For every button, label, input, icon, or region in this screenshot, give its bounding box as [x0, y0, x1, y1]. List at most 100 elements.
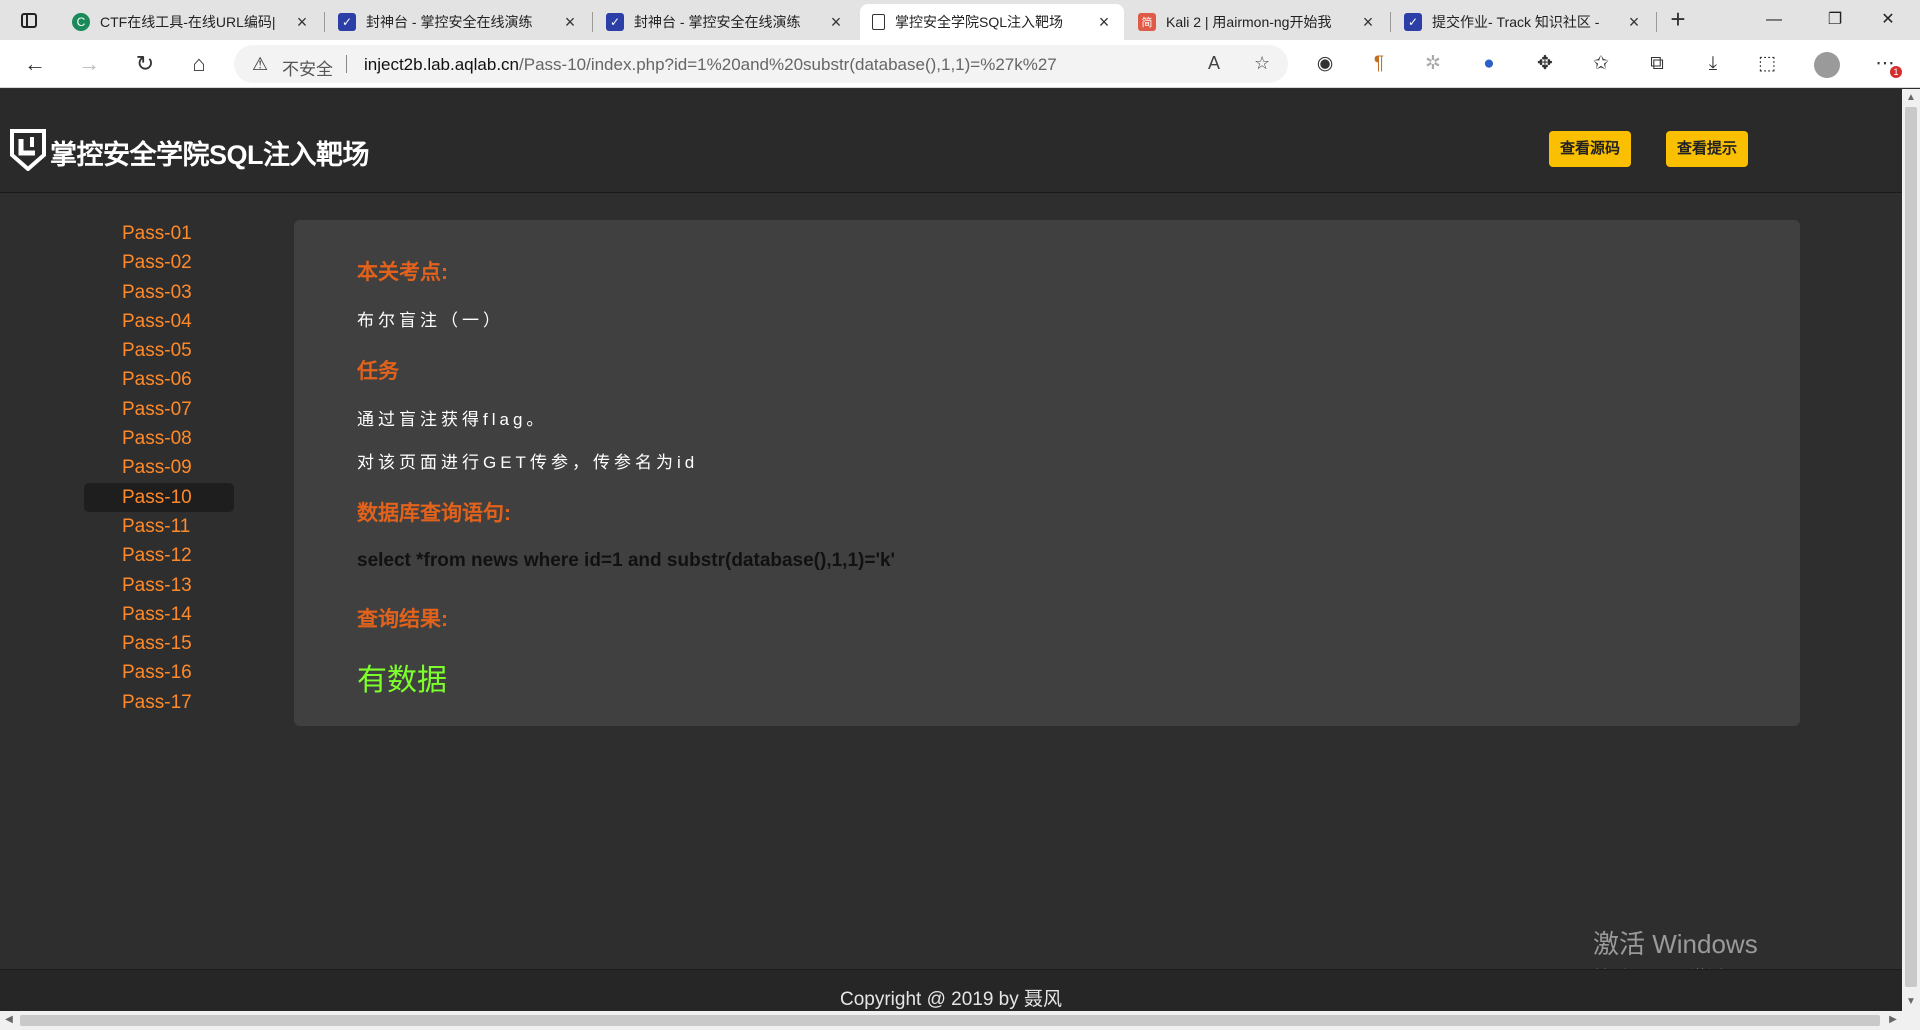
sidebar-item-pass-04[interactable]: Pass-04 [84, 307, 234, 336]
tab-kali-airmon[interactable]: 简 Kali 2 | 用airmon-ng开始我 × [1126, 4, 1388, 40]
vertical-scroll-thumb[interactable] [1905, 107, 1917, 987]
shield-favicon-icon: ✓ [606, 13, 624, 31]
sidebar-item-pass-08[interactable]: Pass-08 [84, 424, 234, 453]
address-toolbar: ← → ↻ ⌂ ⚠ 不安全 inject2b.lab.aqlab.cn/Pass… [0, 40, 1920, 88]
notification-badge: 1 [1890, 66, 1902, 78]
favorites-icon[interactable]: ✩ [1586, 50, 1616, 78]
refresh-icon[interactable]: ↻ [130, 50, 160, 78]
page-viewport: 掌控安全学院SQL注入靶场 查看源码 查看提示 Pass-01 Pass-02 Pa… [0, 89, 1902, 1011]
tab-title: 封神台 - 掌控安全在线演练 [634, 14, 801, 30]
topic-text: 布尔盲注（一） [357, 311, 504, 330]
task-title: 任务 [357, 360, 399, 383]
sidebar-item-pass-13[interactable]: Pass-13 [84, 571, 234, 600]
tab-title: Kali 2 | 用airmon-ng开始我 [1166, 14, 1332, 30]
page-favicon-icon [872, 14, 885, 30]
screenshot-icon[interactable]: ⬚ [1752, 50, 1782, 78]
collections-icon[interactable]: ⧉ [1642, 50, 1672, 78]
site-footer: Copyright @ 2019 by 聂风 [0, 969, 1902, 1011]
shield-logo-icon [10, 129, 46, 171]
scroll-down-icon[interactable]: ▼ [1902, 993, 1920, 1011]
tab-title: 掌控安全学院SQL注入靶场 [895, 14, 1064, 30]
close-tab-icon[interactable]: × [1624, 12, 1644, 33]
tab-separator [324, 12, 325, 32]
sidebar-item-pass-02[interactable]: Pass-02 [84, 248, 234, 277]
tab-track-community[interactable]: ✓ 提交作业- Track 知识社区 - × [1392, 4, 1654, 40]
add-favorite-icon[interactable]: ☆ [1254, 53, 1270, 74]
jianshu-favicon-icon: 简 [1138, 13, 1156, 31]
close-tab-icon[interactable]: × [560, 12, 580, 33]
extension-mask-icon[interactable]: ◉ [1310, 50, 1340, 78]
url-host: inject2b.lab.aqlab.cn [364, 55, 520, 74]
extension-gear-icon[interactable]: ✲ [1418, 50, 1448, 78]
shield-favicon-icon: ✓ [338, 13, 356, 31]
horizontal-scrollbar[interactable]: ◀ ▶ [0, 1011, 1902, 1030]
tab-fengshentai-1[interactable]: ✓ 封神台 - 掌控安全在线演练 × [326, 4, 590, 40]
url-bar[interactable]: ⚠ 不安全 inject2b.lab.aqlab.cn/Pass-10/inde… [234, 45, 1288, 83]
sidebar-item-pass-10[interactable]: Pass-10 [84, 482, 234, 512]
downloads-icon[interactable]: ⤓ [1698, 50, 1728, 78]
copyright-text: Copyright @ 2019 by 聂风 [839, 989, 1063, 1010]
tab-separator [592, 12, 593, 32]
vertical-scrollbar[interactable]: ▲ ▼ [1902, 89, 1920, 1011]
close-tab-icon[interactable]: × [1094, 12, 1114, 33]
url-divider [346, 55, 347, 73]
warning-icon[interactable]: ⚠ [252, 54, 268, 75]
shield-favicon-icon: ✓ [1404, 13, 1422, 31]
sidebar-item-pass-14[interactable]: Pass-14 [84, 600, 234, 629]
sidebar-item-pass-03[interactable]: Pass-03 [84, 278, 234, 307]
close-window-button[interactable]: ✕ [1868, 6, 1908, 34]
ctf-favicon-icon: C [72, 13, 90, 31]
sidebar-item-pass-05[interactable]: Pass-05 [84, 336, 234, 365]
task-line-2: 对该页面进行GET传参，传参名为id [357, 453, 699, 472]
url-text[interactable]: inject2b.lab.aqlab.cn/Pass-10/index.php?… [364, 55, 1057, 75]
sidebar-item-pass-16[interactable]: Pass-16 [84, 658, 234, 687]
forward-icon[interactable]: → [74, 50, 104, 78]
tab-title: CTF在线工具-在线URL编码| [100, 14, 276, 30]
sidebar-item-pass-09[interactable]: Pass-09 [84, 453, 234, 482]
security-label[interactable]: 不安全 [282, 55, 333, 80]
new-tab-button[interactable]: + [1663, 6, 1693, 34]
tab-separator [1390, 12, 1391, 32]
level-sidebar: Pass-01 Pass-02 Pass-03 Pass-04 Pass-05 Pass-… [84, 219, 234, 717]
close-tab-icon[interactable]: × [826, 12, 846, 33]
scrollbar-corner [1902, 1011, 1920, 1030]
url-path: /Pass-10/index.php?id=1%20and%20substr(d… [519, 55, 1057, 74]
extensions-puzzle-icon[interactable]: ✥ [1530, 50, 1560, 78]
read-aloud-icon[interactable]: A [1208, 53, 1220, 74]
content-panel: 本关考点: 布尔盲注（一） 任务 通过盲注获得flag。 对该页面进行GET传参… [294, 220, 1800, 726]
scroll-up-icon[interactable]: ▲ [1902, 89, 1920, 107]
tab-ctf-tools[interactable]: C CTF在线工具-在线URL编码| × [60, 4, 322, 40]
view-source-button[interactable]: 查看源码 [1549, 131, 1632, 167]
sidebar-item-pass-01[interactable]: Pass-01 [84, 219, 234, 248]
tab-separator [1656, 12, 1657, 32]
extension-paragraph-icon[interactable]: ¶ [1364, 50, 1394, 78]
home-icon[interactable]: ⌂ [184, 50, 214, 78]
sidebar-item-pass-07[interactable]: Pass-07 [84, 395, 234, 424]
scroll-right-icon[interactable]: ▶ [1884, 1011, 1902, 1029]
minimize-button[interactable]: — [1754, 6, 1794, 34]
close-tab-icon[interactable]: × [292, 12, 312, 33]
sql-query: select *from news where id=1 and substr(… [357, 550, 896, 571]
restore-button[interactable]: ❐ [1815, 6, 1855, 34]
tab-fengshentai-2[interactable]: ✓ 封神台 - 掌控安全在线演练 × [594, 4, 856, 40]
sidebar-item-pass-15[interactable]: Pass-15 [84, 629, 234, 658]
sidebar-item-pass-11[interactable]: Pass-11 [84, 512, 234, 541]
site-header: 掌控安全学院SQL注入靶场 查看源码 查看提示 [0, 89, 1902, 193]
horizontal-scroll-thumb[interactable] [20, 1015, 1880, 1026]
view-hint-button[interactable]: 查看提示 [1666, 131, 1749, 167]
tab-actions-menu-icon[interactable] [14, 8, 44, 32]
sidebar-item-pass-06[interactable]: Pass-06 [84, 365, 234, 394]
query-title: 数据库查询语句: [357, 502, 511, 525]
sidebar-item-pass-17[interactable]: Pass-17 [84, 688, 234, 717]
sidebar-item-pass-12[interactable]: Pass-12 [84, 541, 234, 570]
close-tab-icon[interactable]: × [1358, 12, 1378, 33]
extension-globe-icon[interactable]: ● [1474, 50, 1504, 78]
profile-avatar[interactable] [1814, 52, 1840, 78]
tab-sql-lab[interactable]: 掌控安全学院SQL注入靶场 × [860, 4, 1124, 40]
topic-title: 本关考点: [357, 261, 448, 284]
scroll-left-icon[interactable]: ◀ [0, 1011, 18, 1029]
back-icon[interactable]: ← [20, 50, 50, 78]
result-title: 查询结果: [357, 608, 448, 631]
site-logo-title[interactable]: 掌控安全学院SQL注入靶场 [50, 133, 370, 172]
task-line-1: 通过盲注获得flag。 [357, 410, 548, 429]
